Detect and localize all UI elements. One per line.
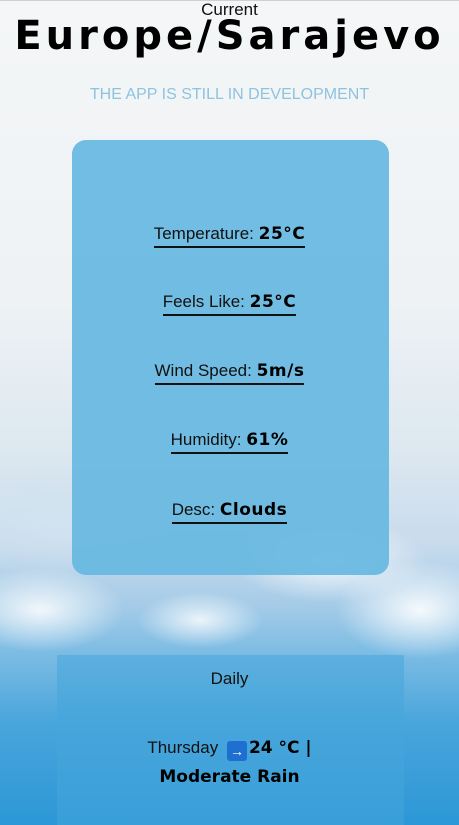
feels-like-label: Feels Like: (162, 292, 245, 311)
daily-heading: Daily (210, 669, 249, 688)
description-row: Desc: Clouds (0, 499, 459, 524)
feels-like-row: Feels Like: 25°C (0, 291, 459, 316)
humidity-value: 61% (246, 430, 289, 450)
wind-speed-value: 5m/s (256, 361, 305, 381)
wind-speed-row: Wind Speed: 5m/s (0, 360, 459, 385)
temperature-label: Temperature: (153, 224, 254, 243)
forecast-day: Thursday (147, 738, 219, 757)
description-label: Desc: (171, 500, 216, 519)
current-heading: Current (201, 0, 258, 19)
forecast-description: Moderate Rain (159, 767, 300, 787)
wind-speed-label: Wind Speed: (154, 361, 252, 380)
daily-forecast-item: Thursday → 24 °C | (0, 737, 459, 761)
arrow-right-icon: → (226, 741, 247, 761)
temperature-value: 25°C (258, 224, 306, 244)
development-notice: THE APP IS STILL IN DEVELOPMENT (89, 86, 370, 103)
humidity-row: Humidity: 61% (0, 429, 459, 454)
description-value: Clouds (219, 500, 288, 520)
forecast-temperature: 24 °C | (248, 738, 312, 758)
temperature-row: Temperature: 25°C (0, 223, 459, 248)
humidity-label: Humidity: (170, 430, 242, 449)
feels-like-value: 25°C (249, 292, 297, 312)
